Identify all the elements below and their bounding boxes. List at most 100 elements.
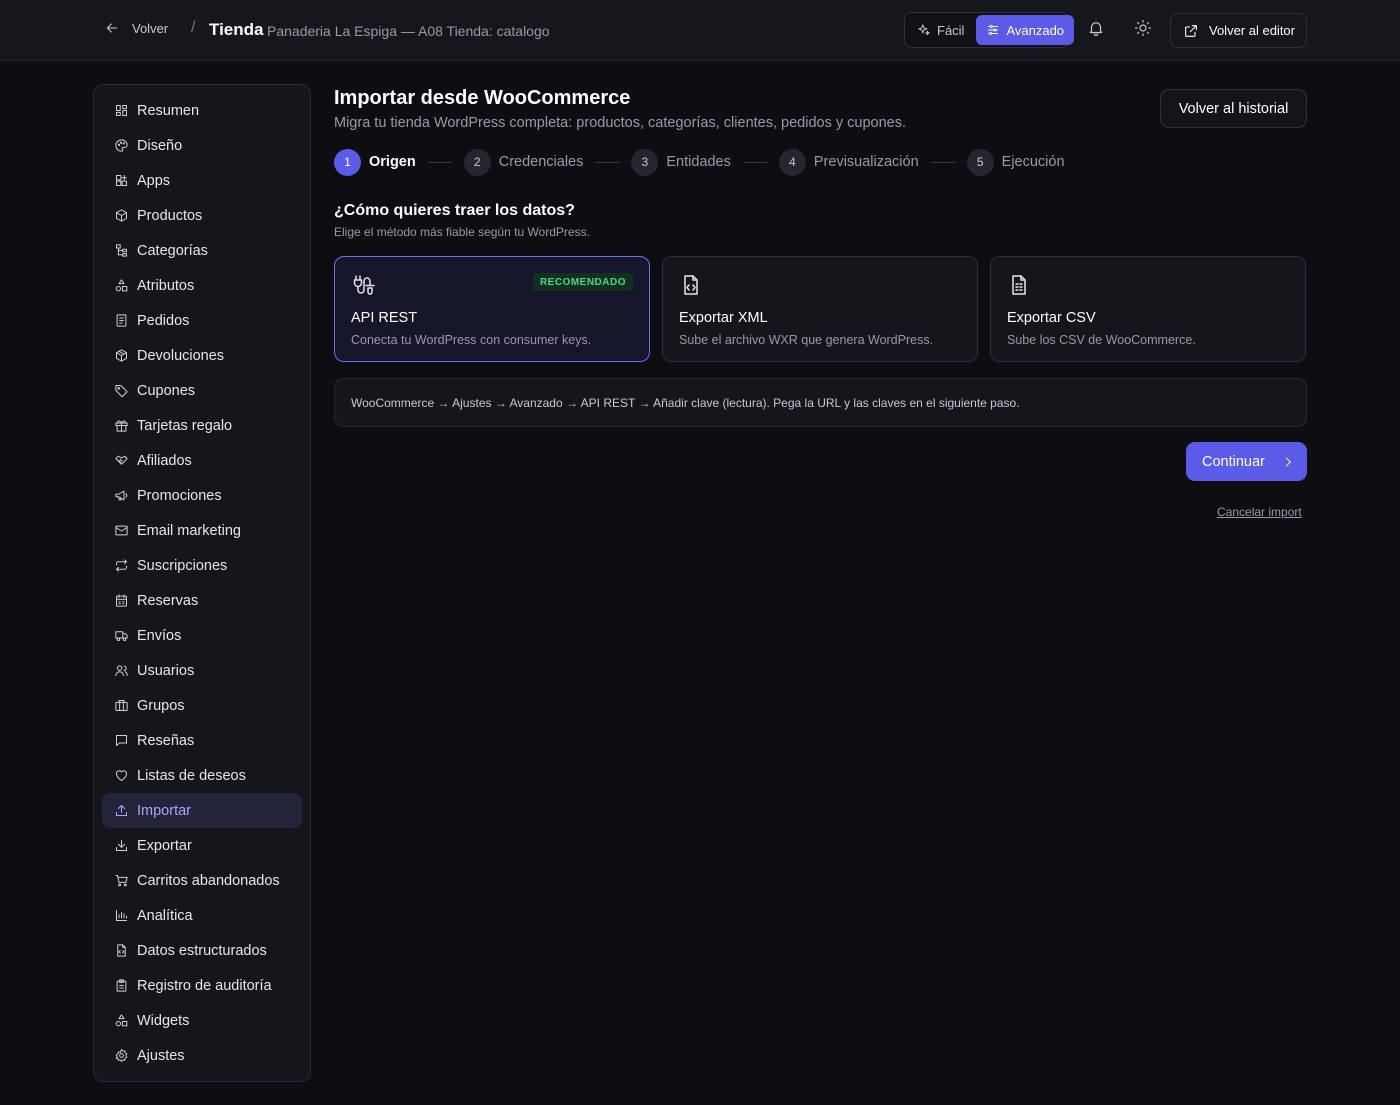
sidebar-item-label: Tarjetas regalo: [137, 417, 233, 434]
sidebar-item-email-marketing[interactable]: Email marketing: [102, 513, 302, 548]
sidebar-item-usuarios[interactable]: Usuarios: [102, 653, 302, 688]
sidebar-item-apps[interactable]: Apps: [102, 163, 302, 198]
sidebar-item-label: Categorías: [137, 242, 208, 259]
card-description: Conecta tu WordPress con consumer keys.: [351, 333, 592, 347]
step-label: Previsualización: [813, 154, 919, 170]
external-link-icon: [1185, 24, 1197, 37]
sidebar-item-label: Resumen: [137, 102, 200, 119]
sidebar-item-afiliados[interactable]: Afiliados: [102, 443, 302, 478]
sidebar-item-promociones[interactable]: Promociones: [102, 478, 302, 513]
page-subtitle: Migra tu tienda WordPress completa: prod…: [334, 115, 906, 131]
method-card-api-rest[interactable]: RECOMENDADO API REST Conecta tu WordPres…: [334, 256, 650, 362]
sidebar-item-resenas[interactable]: Reseñas: [102, 723, 302, 758]
sidebar-item-label: Atributos: [137, 277, 195, 294]
card-title: API REST: [351, 310, 418, 326]
cancel-import-link[interactable]: Cancelar import: [1217, 505, 1302, 519]
import-stepper: 1 Origen 2 Credenciales 3 Entidades 4 Pr…: [334, 148, 1065, 176]
receipt-icon: [116, 314, 127, 327]
sidebar-item-categorias[interactable]: Categorías: [102, 233, 302, 268]
gear-icon: [115, 1049, 128, 1062]
method-card-xml[interactable]: Exportar XML Sube el archivo WXR que gen…: [662, 256, 978, 362]
sidebar-item-datos-estructurados[interactable]: Datos estructurados: [102, 933, 302, 968]
sidebar-item-label: Carritos abandonados: [137, 872, 280, 889]
sidebar-item-widgets[interactable]: Widgets: [102, 1003, 302, 1038]
top-bar: Volver / Tienda Panaderia La Espiga — A0…: [0, 0, 1400, 61]
sidebar: Resumen Diseño Apps Productos Categorías…: [93, 84, 311, 1082]
groups-icon: [115, 700, 128, 711]
sidebar-item-resumen[interactable]: Resumen: [102, 93, 302, 128]
sidebar-item-envios[interactable]: Envíos: [102, 618, 302, 653]
sidebar-item-suscripciones[interactable]: Suscripciones: [102, 548, 302, 583]
notifications-button[interactable]: [1087, 19, 1107, 39]
step-connector: [427, 161, 452, 163]
step-previsualizacion[interactable]: 4 Previsualización: [778, 148, 919, 176]
continue-button[interactable]: Continuar: [1186, 442, 1307, 481]
sidebar-item-pedidos[interactable]: Pedidos: [102, 303, 302, 338]
sidebar-item-atributos[interactable]: Atributos: [102, 268, 302, 303]
back-to-history-button[interactable]: Volver al historial: [1160, 89, 1307, 128]
bell-icon: [1089, 22, 1103, 37]
sidebar-item-label: Ajustes: [137, 1047, 185, 1064]
sidebar-item-label: Exportar: [137, 837, 192, 854]
sidebar-item-importar[interactable]: Importar: [102, 793, 302, 828]
megaphone-icon: [115, 490, 128, 501]
mode-toggle: Fácil Avanzado: [904, 12, 1075, 48]
sidebar-item-label: Widgets: [137, 1012, 190, 1029]
method-card-csv[interactable]: Exportar CSV Sube los CSV de WooCommerce…: [990, 256, 1306, 362]
step-entidades[interactable]: 3 Entidades: [631, 148, 731, 176]
shapes-icon: [115, 279, 128, 292]
sidebar-item-label: Afiliados: [137, 452, 192, 469]
step-origen[interactable]: 1 Origen: [334, 148, 416, 176]
step-credenciales[interactable]: 2 Credenciales: [463, 148, 584, 176]
sidebar-item-carritos-abandonados[interactable]: Carritos abandonados: [102, 863, 302, 898]
sidebar-item-reservas[interactable]: Reservas: [102, 583, 302, 618]
sidebar-item-exportar[interactable]: Exportar: [102, 828, 302, 863]
sidebar-item-tarjetas-regalo[interactable]: Tarjetas regalo: [102, 408, 302, 443]
sidebar-item-label: Listas de deseos: [137, 767, 246, 784]
palette-icon: [115, 139, 128, 152]
sidebar-item-analitica[interactable]: Analítica: [102, 898, 302, 933]
sidebar-item-devoluciones[interactable]: Devoluciones: [102, 338, 302, 373]
sidebar-item-label: Suscripciones: [137, 557, 228, 574]
step-label: Credenciales: [498, 154, 584, 170]
step-connector: [742, 161, 767, 163]
sidebar-item-label: Diseño: [137, 137, 183, 154]
sidebar-item-listas-de-deseos[interactable]: Listas de deseos: [102, 758, 302, 793]
file-code-icon: [117, 944, 126, 957]
step-number: 4: [778, 148, 806, 176]
step-label: Entidades: [666, 154, 731, 170]
sidebar-item-ajustes[interactable]: Ajustes: [102, 1038, 302, 1073]
instructions-box: WooCommerce → Ajustes → Avanzado → API R…: [334, 378, 1307, 427]
tag-icon: [115, 385, 128, 398]
sidebar-item-label: Productos: [137, 207, 203, 224]
sidebar-item-grupos[interactable]: Grupos: [102, 688, 302, 723]
calendar-icon: [116, 594, 127, 607]
sidebar-item-productos[interactable]: Productos: [102, 198, 302, 233]
sidebar-item-registro-de-auditoria[interactable]: Registro de auditoría: [102, 968, 302, 1003]
theme-toggle-button[interactable]: [1134, 19, 1154, 39]
sidebar-item-label: Analítica: [137, 907, 193, 924]
sliders-icon: [988, 24, 999, 36]
continue-label: Continuar: [1202, 453, 1265, 470]
upload-icon: [116, 805, 127, 816]
section-subtitle: Elige el método más fiable según tu Word…: [334, 225, 590, 239]
cart-icon: [115, 875, 128, 887]
package-return-icon: [116, 349, 127, 362]
mode-advanced-button[interactable]: Avanzado: [976, 15, 1075, 45]
app-title: Tienda: [209, 20, 264, 39]
sidebar-item-label: Email marketing: [137, 522, 241, 539]
sidebar-item-cupones[interactable]: Cupones: [102, 373, 302, 408]
card-description: Sube el archivo WXR que genera WordPress…: [679, 333, 934, 347]
truck-icon: [115, 631, 128, 641]
file-code-icon: [684, 275, 698, 295]
arrow-left-icon: [106, 23, 118, 33]
sidebar-item-label: Usuarios: [137, 662, 195, 679]
sidebar-item-diseno[interactable]: Diseño: [102, 128, 302, 163]
mode-easy-button[interactable]: Fácil: [907, 15, 974, 45]
back-button[interactable]: Volver: [104, 20, 168, 36]
step-label: Ejecución: [1001, 154, 1065, 170]
step-ejecucion[interactable]: 5 Ejecución: [966, 148, 1065, 176]
bar-chart-icon: [116, 910, 127, 921]
back-to-editor-button[interactable]: Volver al editor: [1170, 13, 1307, 48]
widgets-icon: [115, 1014, 128, 1027]
